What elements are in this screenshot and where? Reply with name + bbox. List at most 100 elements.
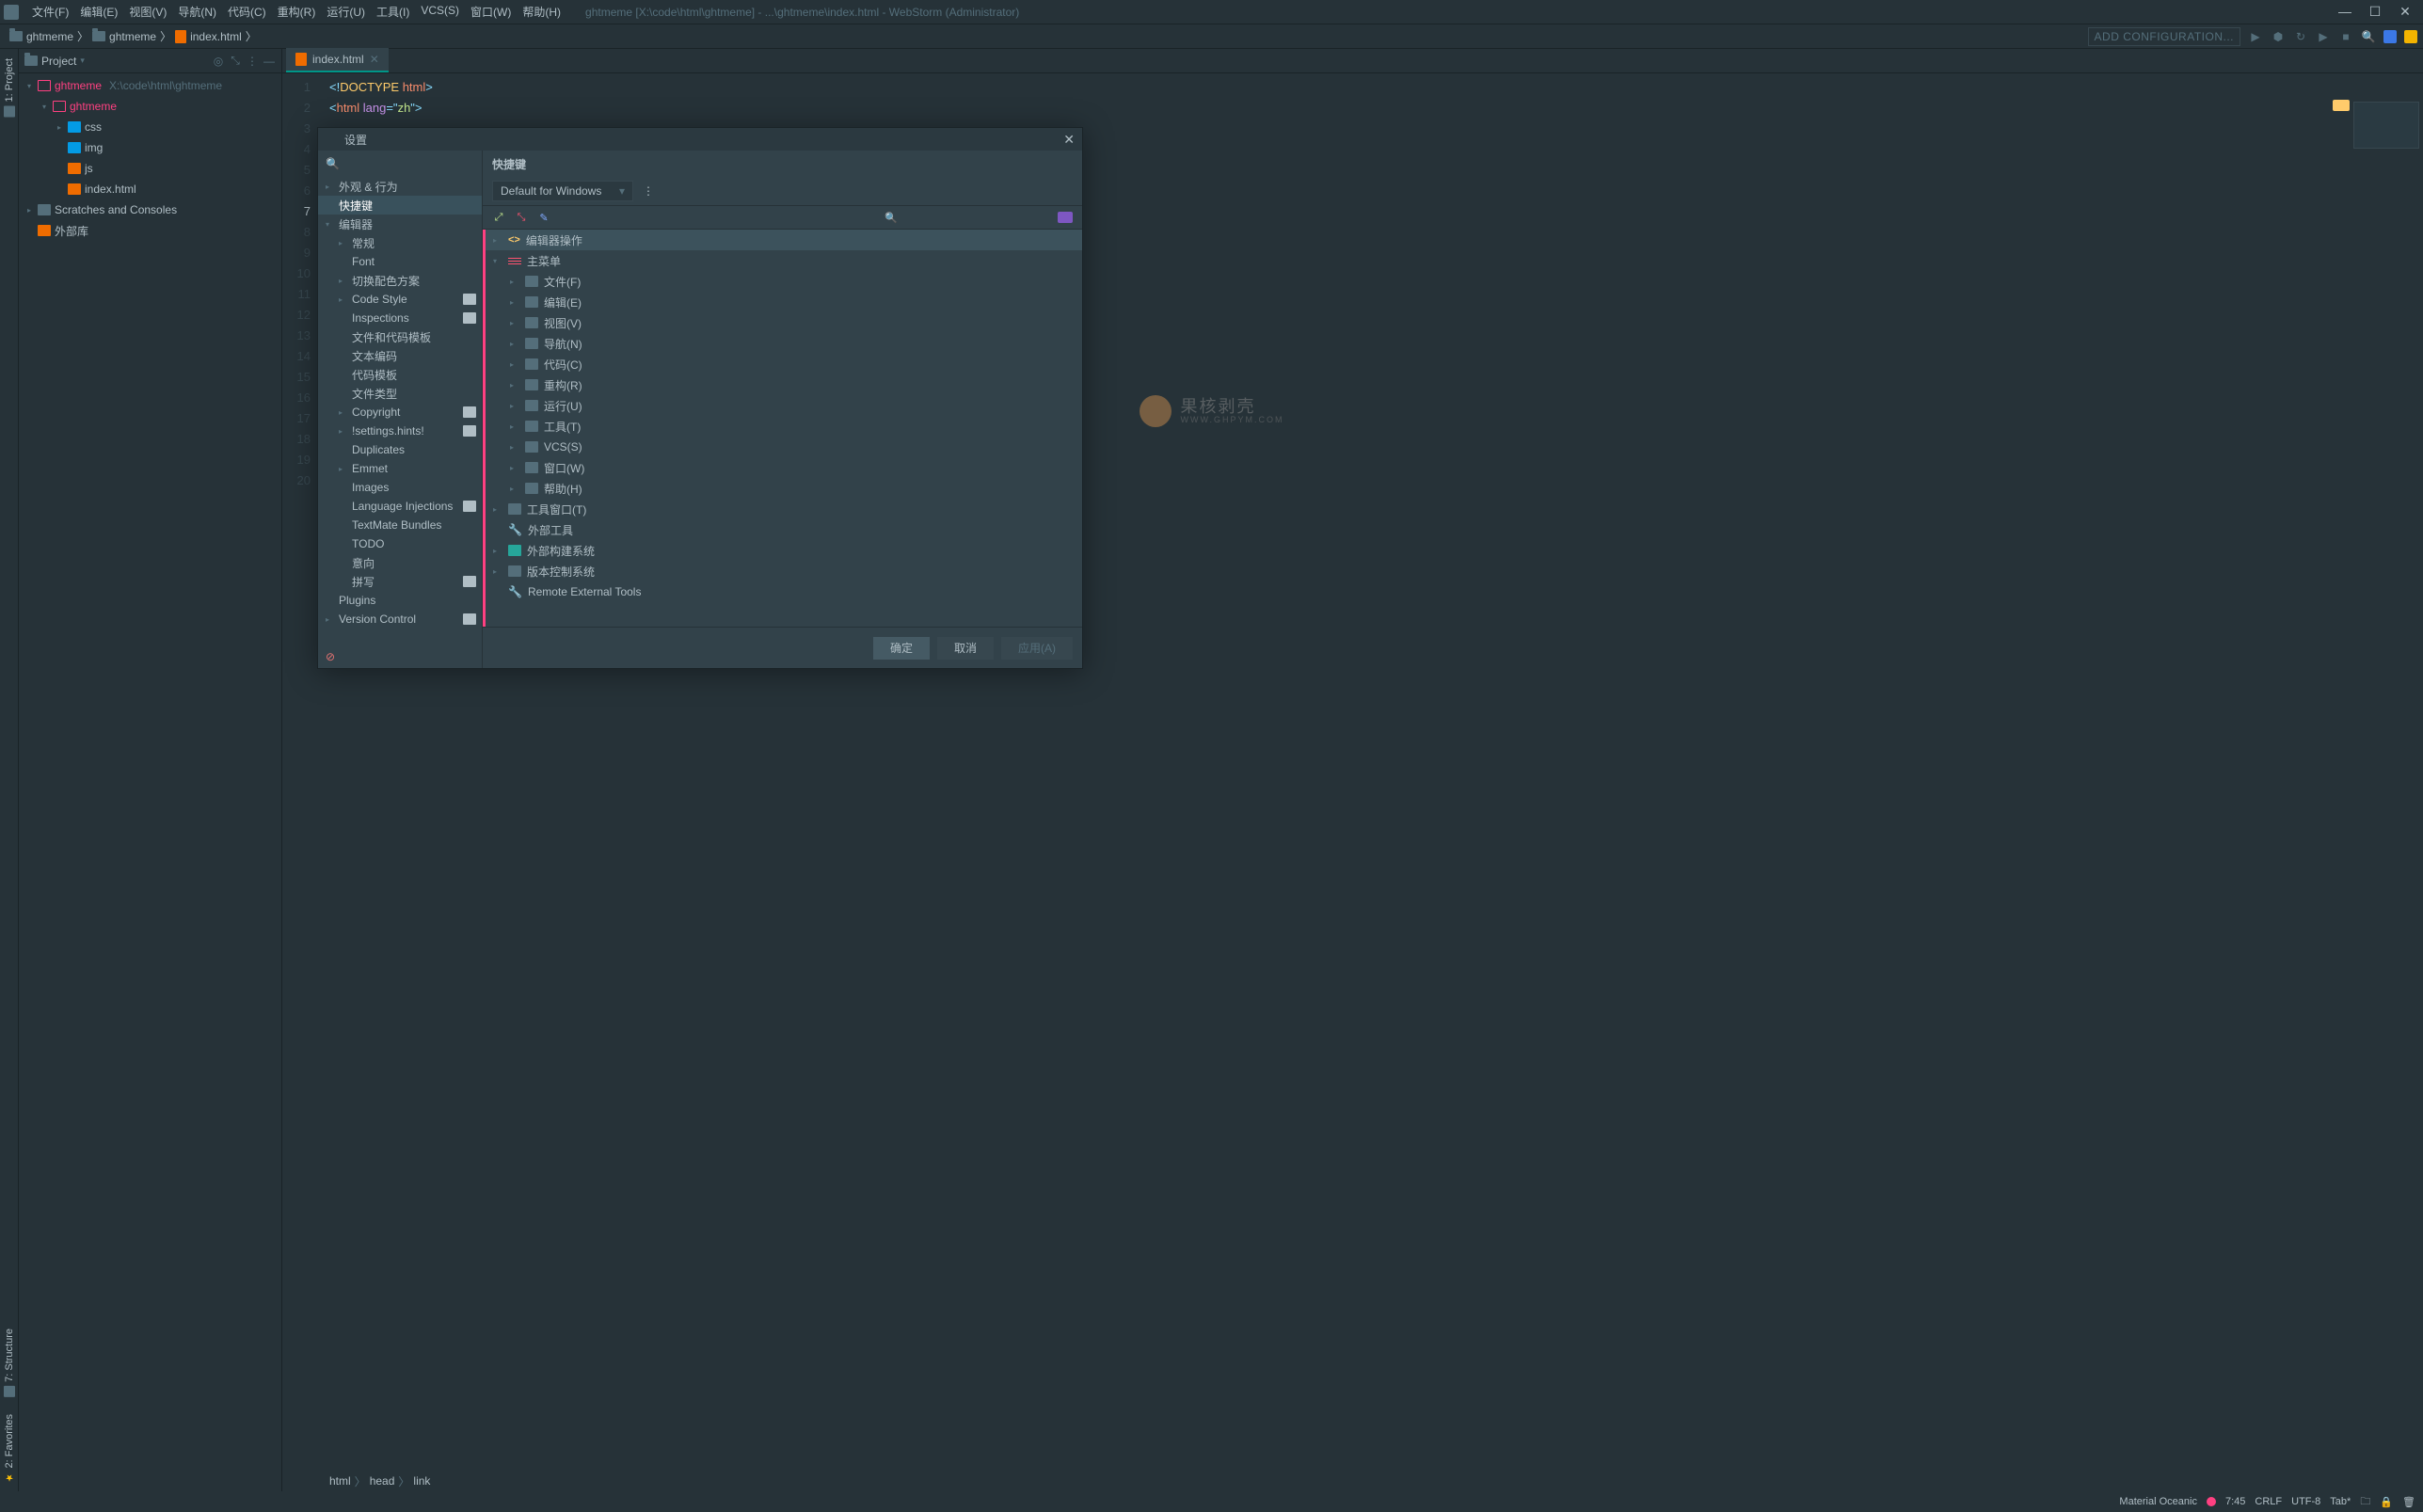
code-minimap[interactable]	[2353, 102, 2419, 149]
cancel-button[interactable]: 取消	[937, 637, 994, 660]
menu-item[interactable]: 工具(I)	[371, 4, 415, 20]
menu-item[interactable]: 运行(U)	[321, 4, 371, 20]
menu-item[interactable]: 视图(V)	[123, 4, 172, 20]
settings-category-item[interactable]: Language Injections	[318, 497, 482, 516]
keymap-action-item[interactable]: ▸代码(C)	[486, 354, 1082, 374]
settings-category-item[interactable]: 拼写	[318, 572, 482, 591]
keymap-action-item[interactable]: ▸文件(F)	[486, 271, 1082, 292]
project-tree-item[interactable]: ▸css	[19, 117, 281, 137]
debug-icon[interactable]: ⬢	[2271, 29, 2286, 44]
run-icon[interactable]: ▶	[2248, 29, 2263, 44]
tab-close-icon[interactable]: ✕	[370, 53, 379, 66]
settings-search-input[interactable]: 🔍	[318, 151, 482, 177]
structure-crumb[interactable]: head	[370, 1474, 395, 1488]
keymap-action-item[interactable]: ▸版本控制系统	[486, 561, 1082, 581]
minimize-icon[interactable]: —	[2338, 4, 2351, 20]
favorites-tool-tab[interactable]: ★2: Favorites	[2, 1409, 17, 1488]
settings-category-item[interactable]: ▸!settings.hints!	[318, 422, 482, 440]
menu-item[interactable]: 文件(F)	[26, 4, 74, 20]
settings-category-item[interactable]: 文本编码	[318, 346, 482, 365]
ide-action-1-icon[interactable]	[2383, 30, 2397, 43]
dialog-close-icon[interactable]: ✕	[1063, 132, 1075, 148]
keymap-action-item[interactable]: ▸外部构建系统	[486, 540, 1082, 561]
settings-category-item[interactable]: 文件类型	[318, 384, 482, 403]
settings-category-item[interactable]: ▸切换配色方案	[318, 271, 482, 290]
close-icon[interactable]: ✕	[2399, 4, 2412, 20]
keymap-action-item[interactable]: ▸帮助(H)	[486, 478, 1082, 499]
collapse-icon[interactable]: ⤡	[229, 55, 242, 68]
scheme-actions-icon[interactable]: ⋮	[643, 184, 654, 198]
menu-item[interactable]: 导航(N)	[172, 4, 222, 20]
theme-indicator[interactable]: Material Oceanic	[2119, 1496, 2197, 1507]
settings-gear-icon[interactable]: ⋮	[246, 55, 259, 68]
find-by-shortcut-icon[interactable]	[1058, 212, 1073, 223]
project-tree-item[interactable]: js	[19, 158, 281, 179]
keymap-action-item[interactable]: ▸窗口(W)	[486, 457, 1082, 478]
run2-icon[interactable]: ▶	[2316, 29, 2331, 44]
settings-category-item[interactable]: ▾编辑器	[318, 215, 482, 233]
maximize-icon[interactable]: ☐	[2368, 4, 2382, 20]
collapse-all-icon[interactable]: ⤡	[515, 211, 528, 224]
lock-icon[interactable]: 🔒	[2380, 1496, 2393, 1508]
trash-icon[interactable]: 🗑	[2402, 1496, 2415, 1508]
rerun-icon[interactable]: ↻	[2293, 29, 2308, 44]
keymap-action-item[interactable]: ▸视图(V)	[486, 312, 1082, 333]
ok-button[interactable]: 确定	[873, 637, 930, 660]
breadcrumb-item[interactable]: index.html	[171, 30, 246, 43]
add-configuration-button[interactable]: ADD CONFIGURATION...	[2088, 27, 2240, 46]
keymap-action-item[interactable]: ▸运行(U)	[486, 395, 1082, 416]
stop-icon[interactable]: ■	[2338, 29, 2353, 44]
settings-category-item[interactable]: ▸Code Style	[318, 290, 482, 309]
menu-item[interactable]: 重构(R)	[272, 4, 322, 20]
keymap-action-item[interactable]: ▸工具窗口(T)	[486, 499, 1082, 519]
settings-category-item[interactable]: Font	[318, 252, 482, 271]
expand-all-icon[interactable]: ⤢	[492, 211, 505, 224]
action-search-icon[interactable]: 🔍	[885, 211, 898, 224]
settings-category-item[interactable]: 代码模板	[318, 365, 482, 384]
layout-icon[interactable]: ◨	[8, 1496, 17, 1508]
line-separator[interactable]: CRLF	[2255, 1496, 2282, 1507]
keymap-action-item[interactable]: ▸<>编辑器操作	[486, 230, 1082, 250]
editor-tab[interactable]: index.html ✕	[286, 48, 389, 72]
locate-icon[interactable]: ◎	[212, 55, 225, 68]
settings-category-item[interactable]: Images	[318, 478, 482, 497]
breadcrumb-item[interactable]: ghtmeme	[88, 30, 160, 43]
edit-shortcut-icon[interactable]: ✎	[537, 211, 550, 224]
settings-category-item[interactable]: Duplicates	[318, 440, 482, 459]
settings-category-item[interactable]: TextMate Bundles	[318, 516, 482, 534]
keymap-action-item[interactable]: 🔧外部工具	[486, 519, 1082, 540]
search-icon[interactable]: 🔍	[2361, 29, 2376, 44]
project-tree-item[interactable]: index.html	[19, 179, 281, 199]
hide-icon[interactable]: —	[263, 55, 276, 68]
indent-indicator[interactable]: Tab*	[2330, 1496, 2351, 1507]
settings-category-item[interactable]: 文件和代码模板	[318, 327, 482, 346]
settings-category-item[interactable]: TODO	[318, 534, 482, 553]
apply-button[interactable]: 应用(A)	[1001, 637, 1073, 660]
keymap-action-item[interactable]: ▸工具(T)	[486, 416, 1082, 437]
keymap-action-item[interactable]: ▸VCS(S)	[486, 437, 1082, 457]
project-tree-item[interactable]: ▸Scratches and Consoles	[19, 199, 281, 220]
structure-crumb[interactable]: link	[413, 1474, 430, 1488]
keymap-action-item[interactable]: ▸编辑(E)	[486, 292, 1082, 312]
encoding-indicator[interactable]: UTF-8	[2291, 1496, 2320, 1507]
project-tree-item[interactable]: 外部库	[19, 220, 281, 241]
settings-category-item[interactable]: ▸Version Control	[318, 610, 482, 629]
menu-item[interactable]: 代码(C)	[222, 4, 272, 20]
settings-category-item[interactable]: ▸Emmet	[318, 459, 482, 478]
settings-category-item[interactable]: 意向	[318, 553, 482, 572]
settings-category-item[interactable]: Inspections	[318, 309, 482, 327]
structure-tool-tab[interactable]: 7: Structure	[2, 1323, 17, 1403]
settings-category-item[interactable]: ▸外观 & 行为	[318, 177, 482, 196]
project-tree-item[interactable]: ▾ghtmemeX:\code\html\ghtmeme	[19, 75, 281, 96]
settings-category-item[interactable]: ▸Copyright	[318, 403, 482, 422]
todo-tool-button[interactable]: ≣ 6: TODO	[30, 1496, 90, 1508]
memory-icon[interactable]: 🗀	[2360, 1493, 2370, 1511]
breadcrumb-item[interactable]: ghtmeme	[6, 30, 77, 43]
menu-item[interactable]: 帮助(H)	[517, 4, 566, 20]
menu-item[interactable]: 编辑(E)	[74, 4, 123, 20]
keymap-action-item[interactable]: ▸导航(N)	[486, 333, 1082, 354]
project-tree-item[interactable]: ▾ghtmeme	[19, 96, 281, 117]
structure-crumb[interactable]: html	[329, 1474, 351, 1488]
keymap-action-item[interactable]: 🔧Remote External Tools	[486, 581, 1082, 602]
settings-category-item[interactable]: ▸常规	[318, 233, 482, 252]
